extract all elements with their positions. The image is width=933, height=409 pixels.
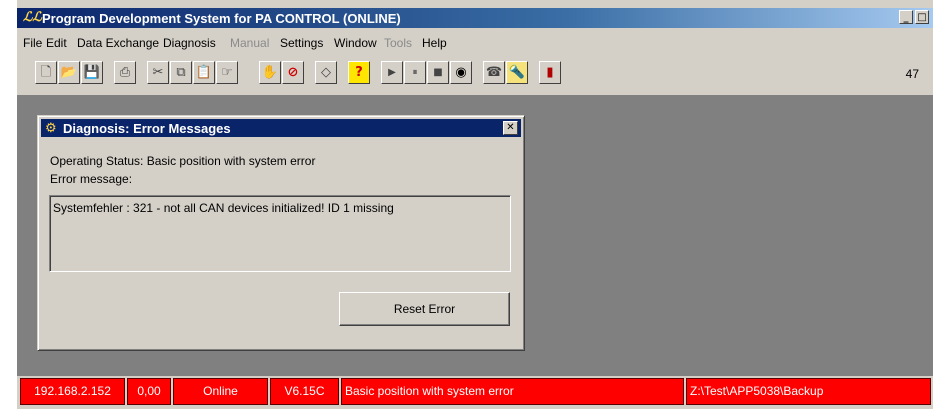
flashlight-icon[interactable]: 🔦 <box>506 61 528 84</box>
dialog-title: Diagnosis: Error Messages <box>63 121 231 136</box>
exit-door-icon[interactable]: ▮ <box>539 61 561 84</box>
status-mode: Online <box>173 378 268 405</box>
minimize-button[interactable]: _ <box>899 10 913 24</box>
menu-window[interactable]: Window <box>334 36 377 50</box>
title-bar[interactable]: ℒℒ Program Development System for PA CON… <box>17 8 933 28</box>
error-messages-dialog: ⚙ Diagnosis: Error Messages ✕ Operating … <box>37 115 525 351</box>
window-title: Program Development System for PA CONTRO… <box>42 11 401 26</box>
menu-help[interactable]: Help <box>422 36 447 50</box>
dialog-title-bar[interactable]: ⚙ Diagnosis: Error Messages ✕ <box>41 119 521 137</box>
menu-data-exchange[interactable]: Data Exchange <box>77 36 159 50</box>
error-message-text: Systemfehler : 321 - not all CAN devices… <box>53 201 394 215</box>
status-ip: 192.168.2.152 <box>20 378 125 405</box>
status-bar: 192.168.2.152 0,00 Online V6.15C Basic p… <box>17 378 933 406</box>
cut-icon[interactable]: ✂ <box>147 61 169 84</box>
diagnosis-icon: ⚙ <box>45 120 57 135</box>
status-state: Basic position with system error <box>341 378 684 405</box>
paste-icon[interactable]: 📋 <box>193 61 215 84</box>
phone-icon[interactable]: ☎ <box>483 61 505 84</box>
stop-icon[interactable]: ■ <box>427 61 449 84</box>
menu-settings[interactable]: Settings <box>280 36 323 50</box>
toolbar-counter: 47 <box>905 67 919 81</box>
maximize-button[interactable]: □ <box>915 10 929 24</box>
operating-status-text: Operating Status: Basic position with sy… <box>50 154 316 168</box>
menu-file[interactable]: File <box>23 36 42 50</box>
error-message-label: Error message: <box>50 172 133 186</box>
stop-sign-icon[interactable]: ⊘ <box>282 61 304 84</box>
record-icon[interactable]: ◉ <box>450 61 472 84</box>
print-icon[interactable]: ⎙ <box>114 61 136 84</box>
close-icon[interactable]: ✕ <box>503 121 518 135</box>
hand-icon[interactable]: ✋ <box>259 61 281 84</box>
menu-tools[interactable]: Tools <box>384 36 412 50</box>
status-version: V6.15C <box>270 378 339 405</box>
toolbar: 🗋 📂 💾 ⎙ ✂ ⧉ 📋 ☞ ✋ ⊘ ◇ ? ▶ ⏸ ■ ◉ ☎ 🔦 ▮ 47 <box>17 55 933 96</box>
copy-icon[interactable]: ⧉ <box>170 61 192 84</box>
menu-edit[interactable]: Edit <box>46 36 67 50</box>
pointer-hand-icon[interactable]: ☞ <box>216 61 238 84</box>
help-icon[interactable]: ? <box>348 61 370 84</box>
menu-bar: File Edit Data Exchange Diagnosis Manual… <box>17 31 933 53</box>
pause-icon[interactable]: ⏸ <box>404 61 426 84</box>
error-message-box[interactable]: Systemfehler : 321 - not all CAN devices… <box>49 195 511 272</box>
menu-diagnosis[interactable]: Diagnosis <box>163 36 216 50</box>
mdi-workspace: ⚙ Diagnosis: Error Messages ✕ Operating … <box>17 96 933 376</box>
open-folder-icon[interactable]: 📂 <box>58 61 80 84</box>
status-path: Z:\Test\APP5038\Backup <box>686 378 931 405</box>
status-value: 0,00 <box>127 378 171 405</box>
play-icon[interactable]: ▶ <box>381 61 403 84</box>
new-file-icon[interactable]: 🗋 <box>35 61 57 84</box>
app-logo-icon[interactable]: ℒℒ <box>23 10 42 25</box>
app-window: ℒℒ Program Development System for PA CON… <box>17 0 933 409</box>
save-icon[interactable]: 💾 <box>81 61 103 84</box>
reset-error-button[interactable]: Reset Error <box>339 292 510 326</box>
eraser-icon[interactable]: ◇ <box>315 61 337 84</box>
menu-manual[interactable]: Manual <box>230 36 269 50</box>
